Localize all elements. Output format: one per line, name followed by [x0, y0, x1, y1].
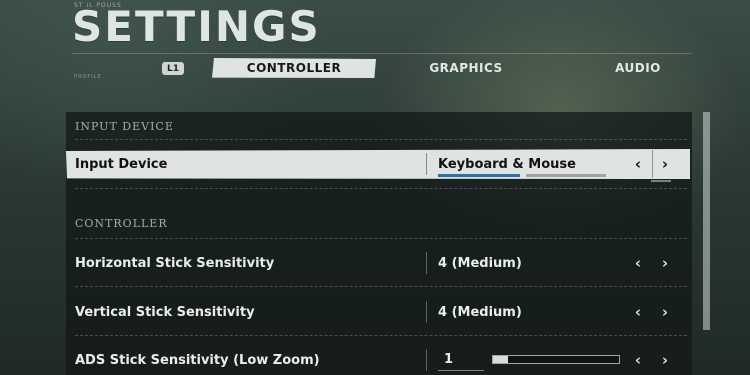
arrow-separator [652, 150, 653, 178]
section-divider [75, 238, 687, 239]
section-header-input-device: INPUT DEVICE [75, 120, 174, 133]
row-divider [426, 153, 427, 175]
chevron-right-icon[interactable]: › [657, 248, 673, 278]
chevron-left-icon[interactable]: ‹ [630, 345, 646, 375]
setting-row-horizontal-sensitivity[interactable]: Horizontal Stick Sensitivity 4 (Medium) … [66, 248, 690, 278]
chevron-right-icon[interactable]: › [657, 345, 673, 375]
sensitivity-value-input[interactable]: 1 [438, 349, 484, 371]
tab-controller[interactable]: CONTROLLER [212, 58, 376, 78]
chevron-left-icon[interactable]: ‹ [630, 149, 646, 179]
tab-graphics[interactable]: GRAPHICS [400, 58, 532, 78]
scrollbar[interactable] [703, 112, 710, 330]
section-divider [75, 188, 687, 189]
page-title: SETTINGS [72, 2, 321, 51]
setting-label: ADS Stick Sensitivity (Low Zoom) [75, 352, 320, 368]
slider-fill [493, 356, 509, 363]
row-divider [426, 349, 427, 371]
chevron-left-icon[interactable]: ‹ [630, 248, 646, 278]
title-divider [72, 53, 692, 54]
setting-row-input-device[interactable]: Input Device Keyboard & Mouse ‹ › [66, 149, 690, 179]
setting-label: Input Device [75, 156, 168, 172]
setting-label: Horizontal Stick Sensitivity [75, 255, 275, 271]
settings-tabs: L1 CONTROLLER GRAPHICS AUDIO [0, 58, 750, 78]
value-indicator-track [526, 174, 606, 177]
setting-label: Vertical Stick Sensitivity [75, 304, 255, 320]
chevron-right-icon[interactable]: › [657, 297, 673, 327]
chevron-left-icon[interactable]: ‹ [630, 297, 646, 327]
setting-row-vertical-sensitivity[interactable]: Vertical Stick Sensitivity 4 (Medium) ‹ … [66, 297, 690, 327]
row-divider [426, 252, 427, 274]
setting-row-ads-low-zoom[interactable]: ADS Stick Sensitivity (Low Zoom) 1 ‹ › [66, 345, 690, 375]
selection-edge-marker [651, 180, 671, 182]
row-separator [75, 335, 687, 336]
value-indicator-active [438, 174, 520, 177]
settings-panel: INPUT DEVICE Input Device Keyboard & Mou… [66, 112, 692, 375]
setting-value: 4 (Medium) [438, 304, 522, 320]
row-separator [75, 286, 687, 287]
l1-bumper-icon[interactable]: L1 [162, 62, 184, 75]
chevron-right-icon[interactable]: › [657, 149, 673, 179]
row-divider [426, 301, 427, 323]
section-divider [75, 139, 687, 140]
sensitivity-slider[interactable] [492, 355, 620, 364]
setting-value: 4 (Medium) [438, 255, 522, 271]
section-header-controller: CONTROLLER [75, 217, 168, 230]
tab-audio[interactable]: AUDIO [570, 58, 706, 78]
